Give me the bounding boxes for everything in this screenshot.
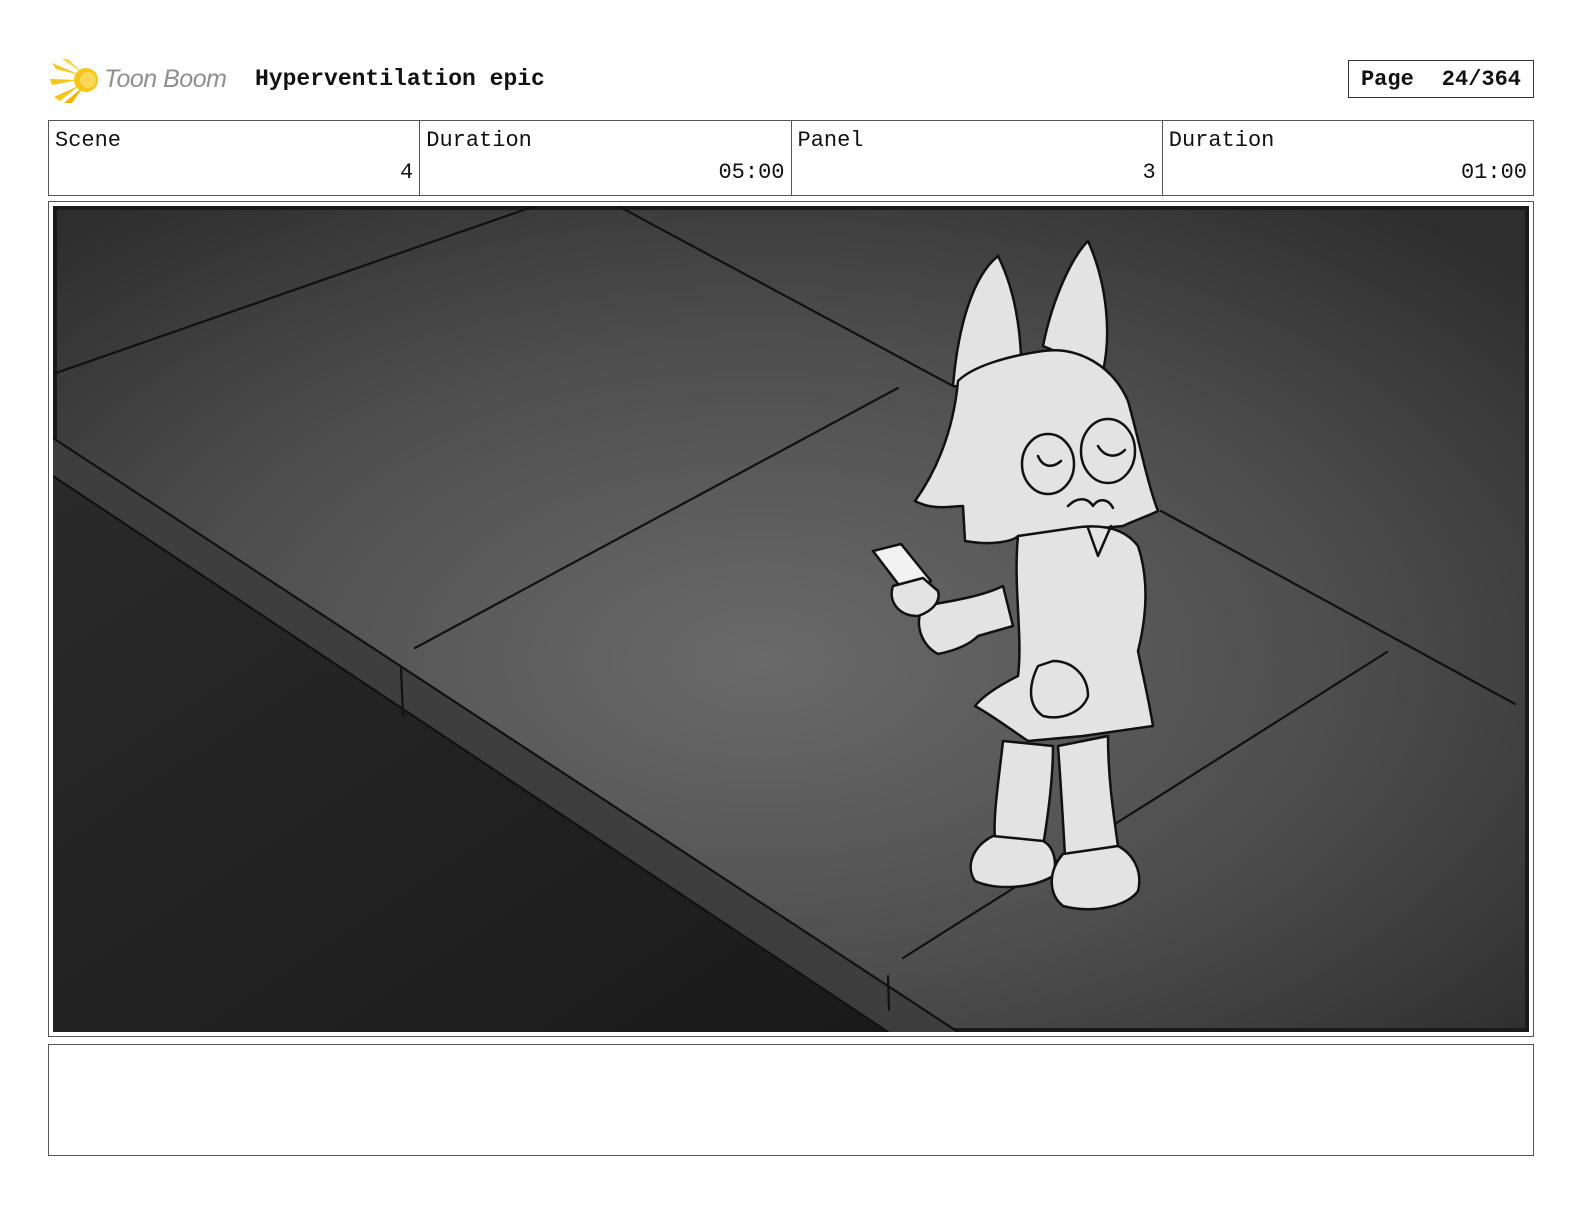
panel-value: 3 — [1142, 160, 1156, 185]
logo-wordmark: Toon Boom — [104, 65, 227, 93]
panel-duration-value: 01:00 — [1460, 160, 1527, 185]
document-title: Hyperventilation epic — [255, 66, 545, 92]
scene-duration-value: 05:00 — [718, 160, 785, 185]
panel-duration-cell: Duration 01:00 — [1163, 121, 1533, 195]
storyboard-panel — [48, 201, 1534, 1037]
page-number: 24/364 — [1441, 66, 1522, 92]
toon-boom-logo: Toon Boom — [50, 55, 250, 105]
panel-drawing — [53, 206, 1529, 1032]
scene-cell: Scene 4 — [49, 121, 421, 195]
scene-duration-label: Duration — [426, 128, 532, 153]
panel-cell: Panel 3 — [792, 121, 1163, 195]
panel-label: Panel — [797, 128, 864, 153]
scene-label: Scene — [55, 128, 122, 153]
scene-info-row: Scene 4 Duration 05:00 Panel 3 Duration … — [48, 120, 1534, 196]
page-indicator: Page 24/364 — [1348, 60, 1534, 98]
page-header: Toon Boom Hyperventilation epic Page 24/… — [50, 55, 1534, 105]
panel-duration-label: Duration — [1168, 128, 1275, 153]
scene-duration-cell: Duration 05:00 — [420, 121, 792, 195]
scene-value: 4 — [400, 160, 414, 185]
page-label: Page — [1360, 66, 1414, 92]
toon-boom-starburst-icon — [50, 59, 98, 103]
panel-notes-box[interactable] — [48, 1044, 1534, 1156]
